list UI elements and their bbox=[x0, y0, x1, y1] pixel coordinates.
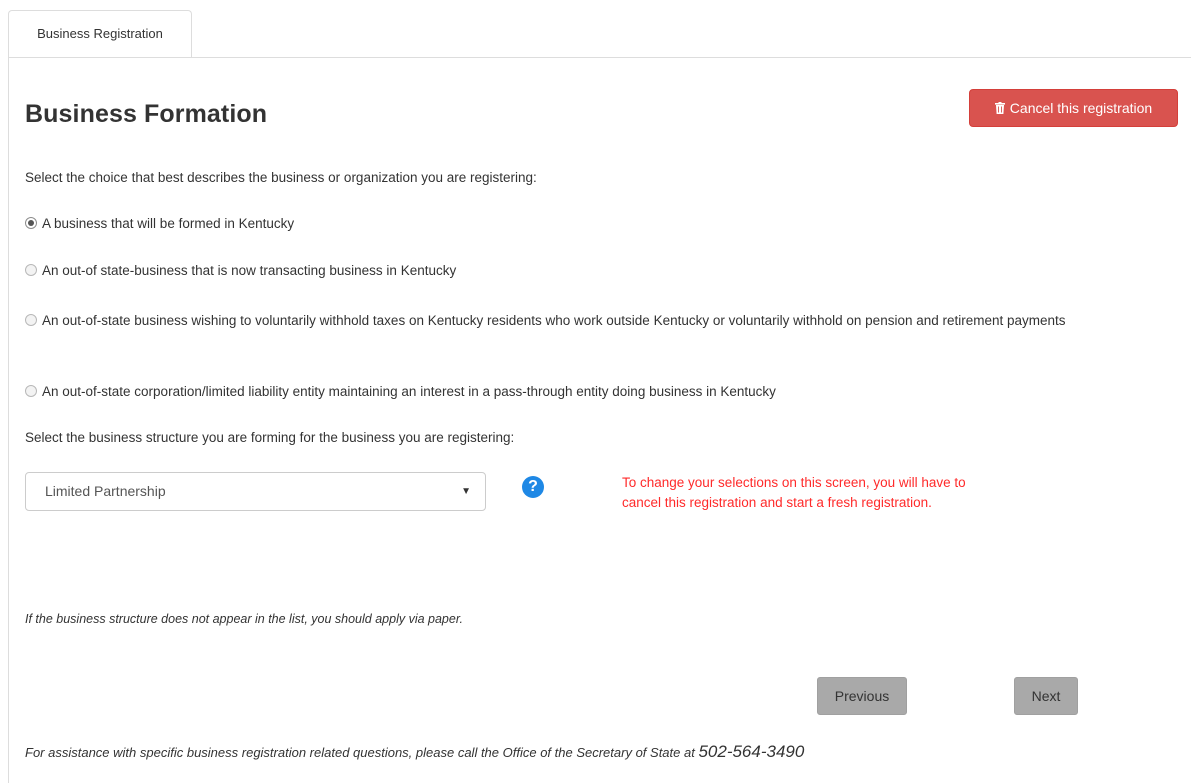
radio-button[interactable] bbox=[25, 264, 37, 276]
cancel-registration-label: Cancel this registration bbox=[1009, 100, 1153, 116]
apply-via-paper-note: If the business structure does not appea… bbox=[25, 612, 463, 626]
previous-button[interactable]: Previous bbox=[817, 677, 907, 715]
assistance-phone: 502-564-3490 bbox=[698, 742, 805, 761]
business-option-pass-through-interest[interactable]: An out-of-state corporation/limited liab… bbox=[25, 381, 1155, 403]
dropdown-arrow-icon: ▼ bbox=[461, 486, 471, 497]
assistance-text: For assistance with specific business re… bbox=[25, 745, 699, 760]
business-option-formed-in-kentucky[interactable]: A business that will be formed in Kentuc… bbox=[25, 213, 1155, 235]
panel-border bbox=[8, 58, 9, 783]
question-circle-icon[interactable]: ? bbox=[522, 476, 544, 498]
radio-button-selected[interactable] bbox=[25, 217, 37, 229]
business-option-label: An out-of-state business wishing to volu… bbox=[42, 313, 1066, 328]
radio-button[interactable] bbox=[25, 385, 37, 397]
radio-button[interactable] bbox=[25, 314, 37, 326]
change-selection-warning: To change your selections on this screen… bbox=[622, 475, 966, 510]
assistance-note: For assistance with specific business re… bbox=[25, 742, 804, 762]
tab-divider bbox=[8, 57, 1191, 58]
next-button[interactable]: Next bbox=[1014, 677, 1078, 715]
business-option-out-of-state-transacting[interactable]: An out-of state-business that is now tra… bbox=[25, 260, 1155, 282]
business-type-question: Select the choice that best describes th… bbox=[25, 170, 537, 185]
business-structure-select[interactable]: Limited Partnership ▼ bbox=[25, 472, 486, 511]
business-structure-value: Limited Partnership bbox=[45, 483, 166, 499]
tab-business-registration[interactable]: Business Registration bbox=[8, 10, 192, 58]
business-structure-question: Select the business structure you are fo… bbox=[25, 430, 515, 445]
business-option-label: A business that will be formed in Kentuc… bbox=[42, 216, 295, 231]
page-title: Business Formation bbox=[25, 100, 268, 128]
business-option-voluntary-withholding[interactable]: An out-of-state business wishing to volu… bbox=[25, 310, 1155, 332]
page: Business Registration Business Formation… bbox=[0, 0, 1191, 783]
business-option-label: An out-of-state corporation/limited liab… bbox=[42, 384, 776, 399]
cancel-registration-button[interactable]: Cancel this registration bbox=[969, 89, 1178, 127]
trash-icon bbox=[994, 102, 1005, 114]
business-option-label: An out-of state-business that is now tra… bbox=[42, 263, 457, 278]
